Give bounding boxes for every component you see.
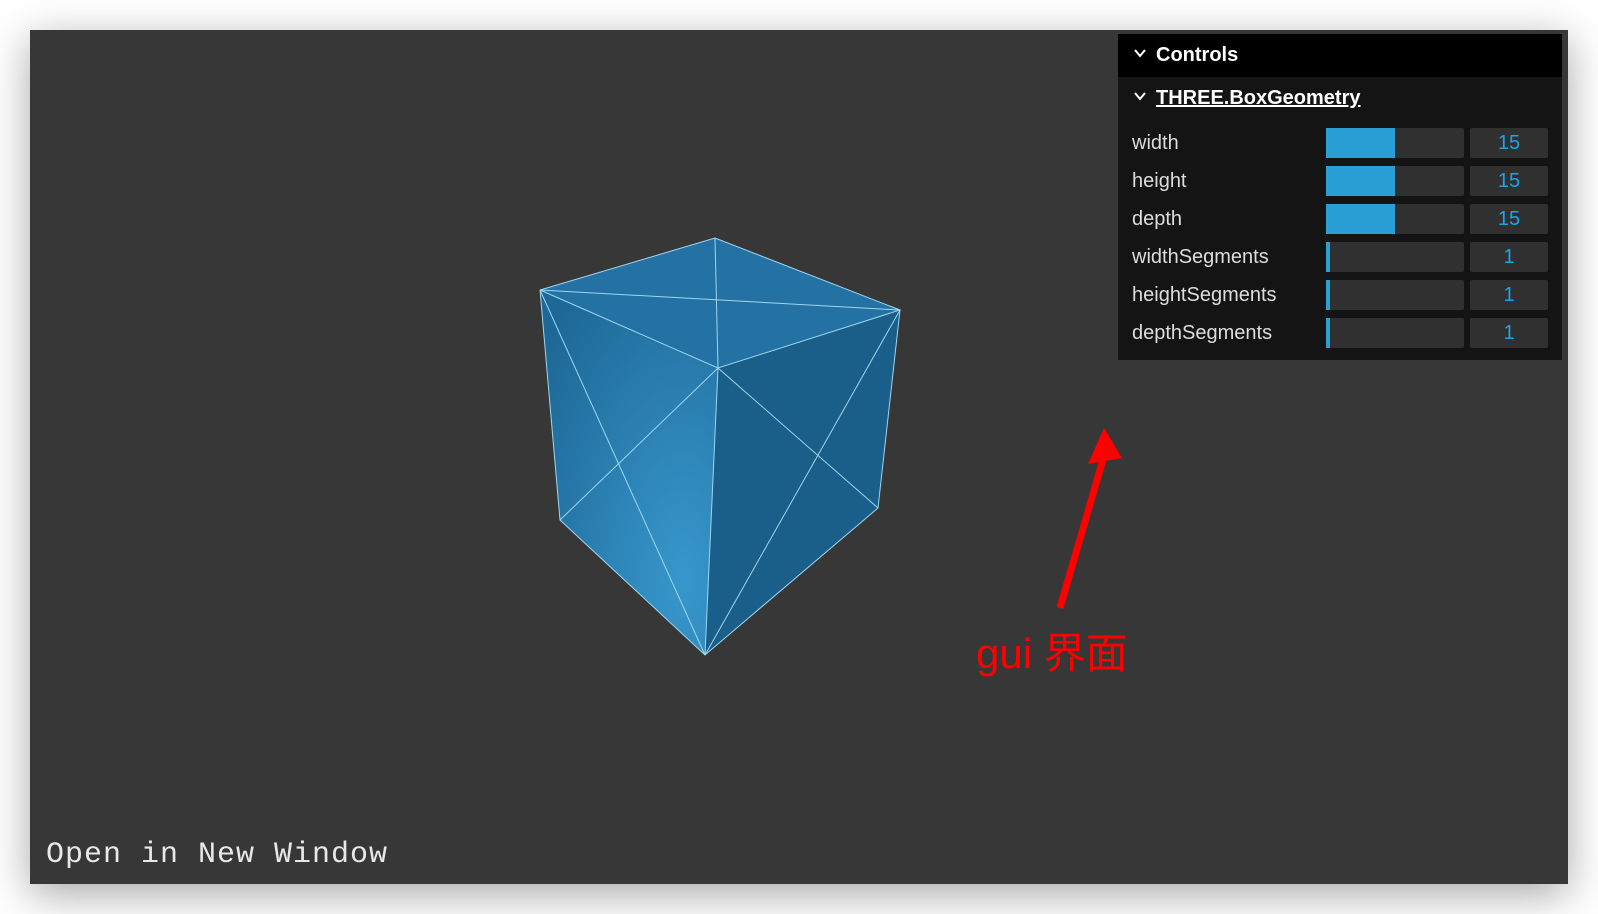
control-row-depthSegments: depthSegments 1 (1126, 314, 1554, 352)
chevron-down-icon (1132, 87, 1148, 110)
control-label: width (1132, 132, 1320, 155)
slider-heightSegments[interactable] (1326, 280, 1464, 310)
slider-width[interactable] (1326, 128, 1464, 158)
slider-depth[interactable] (1326, 204, 1464, 234)
value-depth[interactable]: 15 (1470, 204, 1548, 234)
value-heightSegments[interactable]: 1 (1470, 280, 1548, 310)
gui-panel: Controls THREE.BoxGeometry width15height… (1118, 34, 1562, 360)
subfolder-title-text: THREE.BoxGeometry (1156, 87, 1361, 110)
value-widthSegments[interactable]: 1 (1470, 242, 1548, 272)
value-depthSegments[interactable]: 1 (1470, 318, 1548, 348)
control-label: depth (1132, 208, 1320, 231)
subfolder-boxgeometry[interactable]: THREE.BoxGeometry (1118, 77, 1562, 120)
slider-depthSegments[interactable] (1326, 318, 1464, 348)
control-label: depthSegments (1132, 322, 1320, 345)
value-height[interactable]: 15 (1470, 166, 1548, 196)
open-new-window-link[interactable]: Open in New Window (46, 838, 388, 872)
annotation-arrow (1040, 428, 1130, 618)
control-label: heightSegments (1132, 284, 1320, 307)
control-row-widthSegments: widthSegments 1 (1126, 238, 1554, 276)
slider-widthSegments[interactable] (1326, 242, 1464, 272)
control-row-depth: depth 15 (1126, 200, 1554, 238)
control-row-height: height 15 (1126, 162, 1554, 200)
control-label: widthSegments (1132, 246, 1320, 269)
annotation-label: gui 界面 (976, 620, 1128, 681)
slider-height[interactable] (1326, 166, 1464, 196)
folder-title-text: Controls (1156, 44, 1238, 67)
control-label: height (1132, 170, 1320, 193)
value-width[interactable]: 15 (1470, 128, 1548, 158)
control-row-heightSegments: heightSegments 1 (1126, 276, 1554, 314)
folder-controls[interactable]: Controls (1118, 34, 1562, 77)
chevron-down-icon (1132, 44, 1148, 67)
control-row-width: width 15 (1126, 124, 1554, 162)
three-scene[interactable]: gui 界面 Open in New Window Controls THREE… (30, 30, 1568, 884)
